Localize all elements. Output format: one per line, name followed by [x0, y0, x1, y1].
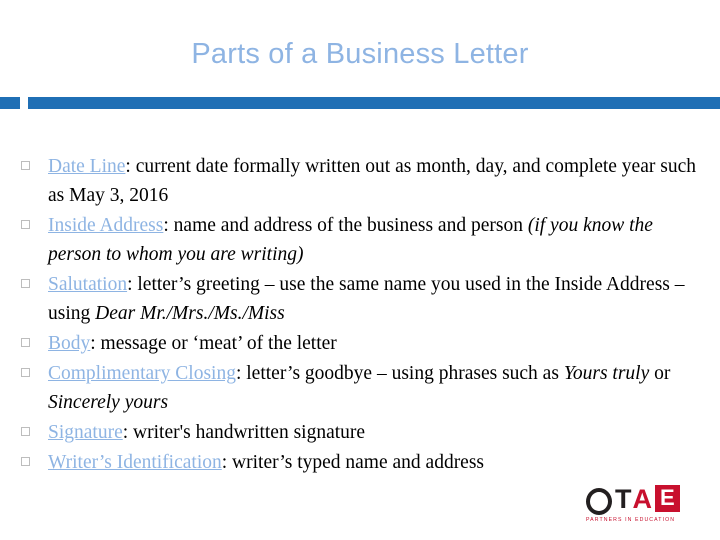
title-divider	[0, 97, 720, 109]
list-item: Salutation: letter’s greeting – use the …	[18, 270, 708, 328]
list-item: Date Line: current date formally written…	[18, 152, 708, 210]
term-description: : message or ‘meat’ of the letter	[90, 333, 337, 354]
term-label: Date Line	[48, 156, 126, 177]
term-label: Writer’s Identification	[48, 452, 222, 473]
term-description: : letter’s goodbye – using phrases such …	[235, 363, 564, 384]
square-bullet-icon	[21, 279, 30, 288]
term-label: Signature	[48, 422, 123, 443]
logo-letter-e: E	[655, 484, 680, 512]
term-description: : writer's handwritten signature	[122, 422, 366, 443]
square-bullet-icon	[21, 338, 30, 347]
logo-lettermark: TAE	[586, 483, 680, 515]
term-description-italic: Dear Mr./Mrs./Ms./Miss	[95, 303, 285, 324]
term-description: : current date formally written out as m…	[48, 156, 696, 206]
body-content: Date Line: current date formally written…	[18, 152, 708, 478]
term-label: Complimentary Closing	[48, 363, 236, 384]
square-bullet-icon	[21, 427, 30, 436]
term-description-italic-2: Sincerely yours	[48, 392, 169, 413]
term-label: Body	[48, 333, 91, 354]
list-item: Body: message or ‘meat’ of the letter	[18, 329, 708, 358]
term-label: Inside Address	[48, 215, 164, 236]
divider-accent-block	[0, 97, 20, 109]
list-item: Inside Address: name and address of the …	[18, 211, 708, 269]
square-bullet-icon	[21, 368, 30, 377]
logo-letter-a: A	[632, 483, 653, 514]
list-item: Complimentary Closing: letter’s goodbye …	[18, 359, 708, 417]
slide: Parts of a Business Letter Date Line: cu…	[0, 0, 720, 540]
term-description: : name and address of the business and p…	[163, 215, 528, 236]
otae-logo: TAE PARTNERS IN EDUCATION	[586, 484, 704, 530]
logo-o-ring-icon	[586, 487, 612, 515]
bullet-list: Date Line: current date formally written…	[18, 152, 708, 477]
term-description: : writer’s typed name and address	[221, 452, 485, 473]
logo-tagline: PARTNERS IN EDUCATION	[586, 517, 676, 523]
page-title: Parts of a Business Letter	[191, 38, 529, 70]
divider-bar	[28, 97, 720, 109]
square-bullet-icon	[21, 161, 30, 170]
list-item: Signature: writer's handwritten signatur…	[18, 418, 708, 447]
square-bullet-icon	[21, 457, 30, 466]
term-description-italic: Yours truly	[563, 363, 650, 384]
logo-letter-t: T	[615, 484, 633, 514]
list-item: Writer’s Identification: writer’s typed …	[18, 448, 708, 477]
term-description-conjunction: or	[649, 363, 671, 384]
term-label: Salutation	[48, 274, 128, 295]
square-bullet-icon	[21, 220, 30, 229]
